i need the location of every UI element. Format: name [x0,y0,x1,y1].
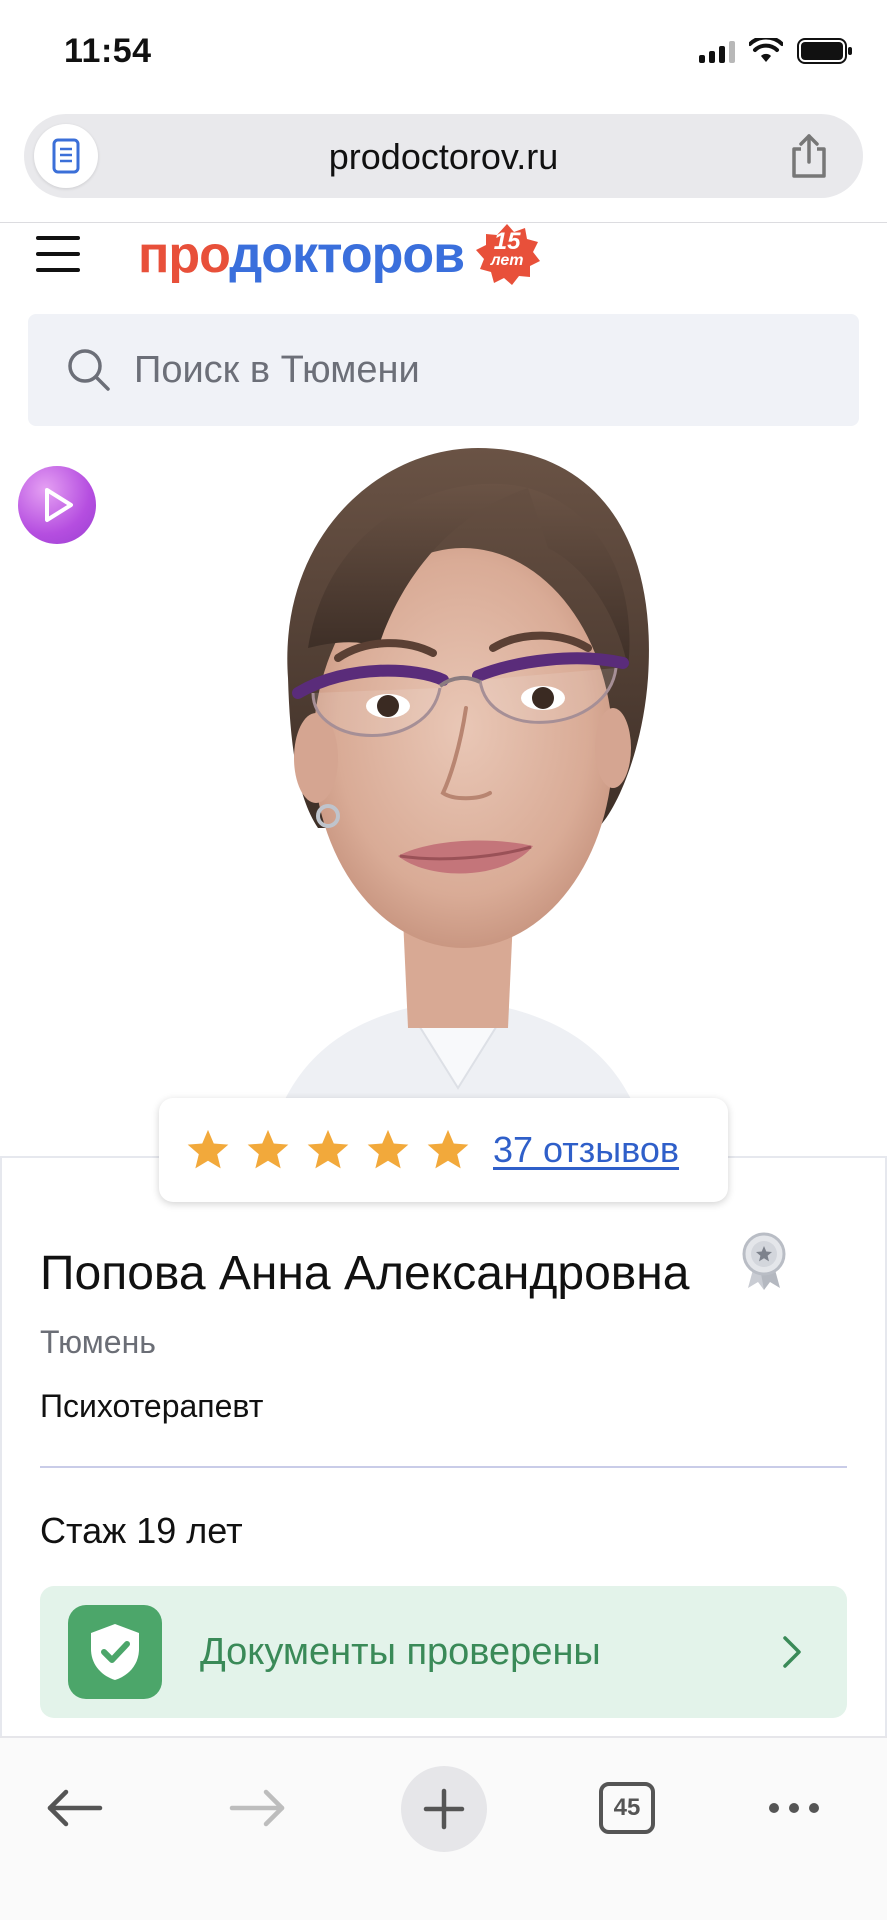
more-options-button[interactable] [764,1758,824,1858]
hamburger-menu-button[interactable] [34,232,82,276]
reviews-link[interactable]: 37 отзывов [493,1129,679,1171]
star-icon [367,1129,409,1169]
site-logo[interactable]: продокторов 15 лет [138,222,544,288]
chevron-right-icon [783,1636,801,1668]
doctor-city: Тюмень [40,1324,156,1360]
battery-icon [797,38,852,64]
plus-icon [423,1788,465,1830]
divider [40,1466,847,1468]
search-box[interactable] [28,314,859,426]
search-input[interactable] [134,348,814,392]
search-icon [68,349,110,391]
wifi-icon [749,38,783,62]
menu-line [36,252,80,256]
url-text[interactable]: prodoctorov.ru [24,136,863,178]
rating-stars [185,1127,471,1173]
share-icon [792,134,826,178]
logo-wordmark: продокторов [138,226,465,284]
documents-verified-label: Документы проверены [200,1630,601,1673]
arrow-left-icon [47,1789,103,1827]
new-tab-button[interactable] [401,1766,487,1852]
cellular-signal-icon [699,39,735,63]
anniversary-badge: 15 лет [470,222,544,288]
doctor-specialty[interactable]: Психотерапевт [40,1388,263,1425]
tabs-button[interactable]: 45 [598,1758,656,1858]
award-medal-icon[interactable] [738,1232,790,1290]
badge-word: лет [490,252,524,269]
address-bar[interactable]: prodoctorov.ru [24,114,863,198]
video-play-button[interactable] [18,466,96,544]
dot [789,1803,799,1813]
browser-toolbar: 45 [0,1736,887,1920]
menu-line [36,236,80,240]
menu-line [36,268,80,272]
documents-verified-banner[interactable]: Документы проверены [40,1586,847,1718]
star-icon [427,1129,469,1169]
dot [809,1803,819,1813]
shield-check-icon [68,1605,162,1699]
rating-summary: 37 отзывов [159,1098,728,1202]
status-icons [699,38,853,64]
dot [769,1803,779,1813]
doctor-name: Попова Анна Александровна [40,1247,690,1300]
star-icon [187,1129,229,1169]
share-button[interactable] [781,128,837,184]
star-icon [307,1129,349,1169]
star-icon [247,1129,289,1169]
arrow-right-icon [229,1789,285,1827]
play-icon [45,488,73,522]
doctor-experience: Стаж 19 лет [40,1510,243,1551]
status-bar: 11:54 [0,0,887,110]
status-time: 11:54 [64,32,152,70]
doctor-photo [268,448,649,1148]
tab-count: 45 [599,1782,655,1834]
back-button[interactable] [40,1758,110,1858]
forward-button[interactable] [222,1758,292,1858]
